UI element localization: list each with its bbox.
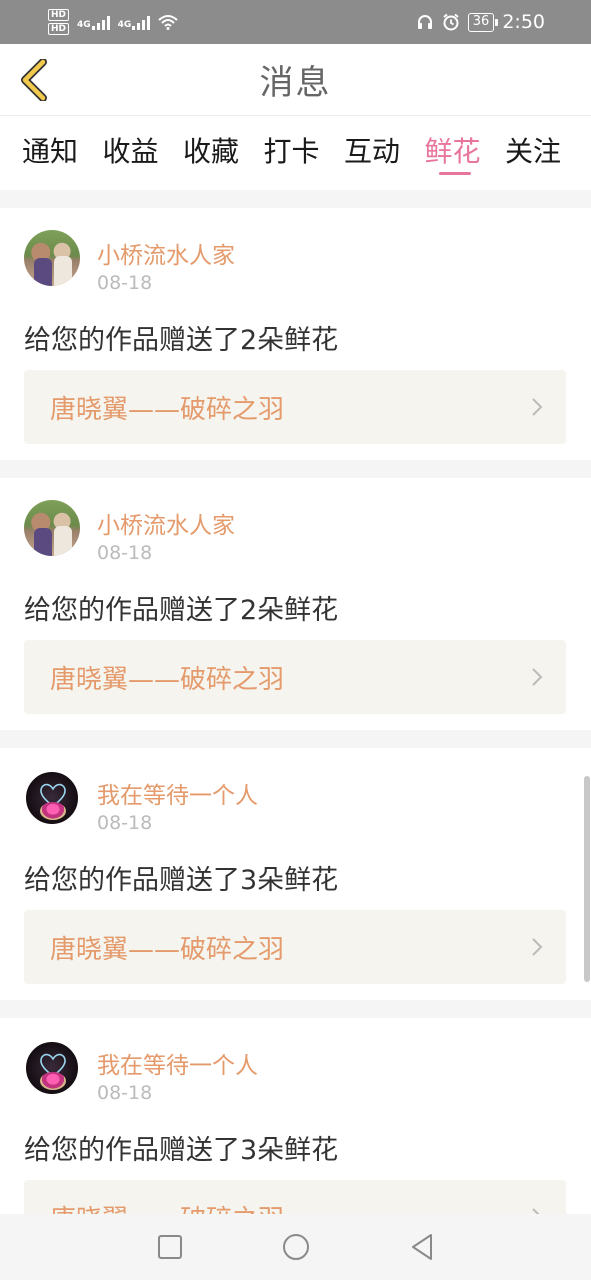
home-button[interactable] <box>278 1229 314 1265</box>
message-text: 给您的作品赠送了3朵鲜花 <box>24 1135 339 1166</box>
status-bar: HD HD 4G 4G 36 2:50 <box>0 0 591 44</box>
tab-interactions[interactable]: 互动 <box>344 116 425 190</box>
work-title: 唐晓翼——破碎之羽 <box>50 394 285 425</box>
page-title: 消息 <box>259 63 332 103</box>
message-date: 08-18 <box>97 812 153 834</box>
system-nav-bar <box>0 1214 591 1280</box>
clock-time: 2:50 <box>502 11 545 33</box>
tab-flowers[interactable]: 鲜花 <box>425 116 506 190</box>
work-title: 唐晓翼——破碎之羽 <box>50 934 285 965</box>
scrollbar[interactable] <box>584 776 590 982</box>
signal-bars-icon <box>91 14 110 30</box>
battery-level: 36 <box>467 12 498 32</box>
list-item: 我在等待一个人 08-18 给您的作品赠送了3朵鲜花 唐晓翼——破碎之羽 <box>0 1018 591 1214</box>
tab-notifications[interactable]: 通知 <box>22 116 103 190</box>
message-text: 给您的作品赠送了2朵鲜花 <box>24 325 339 356</box>
recents-button[interactable] <box>152 1229 188 1265</box>
signal-2: 4G <box>118 14 151 30</box>
work-link[interactable]: 唐晓翼——破碎之羽 <box>24 370 566 444</box>
signal-1: 4G <box>77 14 110 30</box>
network-type-1: 4G <box>77 20 91 30</box>
headphones-icon <box>417 15 432 29</box>
flower-message-list[interactable]: 小桥流水人家 08-18 给您的作品赠送了2朵鲜花 唐晓翼——破碎之羽 小桥流水… <box>0 190 591 1214</box>
message-tabs: 通知 收益 收藏 打卡 互动 鲜花 关注 <box>0 116 591 190</box>
work-title: 唐晓翼——破碎之羽 <box>50 664 285 695</box>
network-type-2: 4G <box>117 20 132 30</box>
hd-indicator: HD HD <box>48 9 70 35</box>
sender-name[interactable]: 我在等待一个人 <box>97 776 258 810</box>
tab-favorites[interactable]: 收藏 <box>183 116 264 190</box>
tab-following[interactable]: 关注 <box>505 116 586 190</box>
tab-checkin[interactable]: 打卡 <box>264 116 345 190</box>
work-link[interactable]: 唐晓翼——破碎之羽 <box>24 640 566 714</box>
message-date: 08-18 <box>97 542 153 564</box>
list-item: 我在等待一个人 08-18 给您的作品赠送了3朵鲜花 唐晓翼——破碎之羽 <box>0 748 591 1000</box>
work-title: 唐晓翼——破碎之羽 <box>50 1199 284 1215</box>
signal-bars-icon <box>132 14 151 30</box>
chevron-right-icon <box>532 1208 540 1214</box>
sender-name[interactable]: 小桥流水人家 <box>97 506 235 540</box>
status-left: HD HD 4G 4G <box>48 9 178 35</box>
chevron-right-icon <box>532 938 543 956</box>
hd-top-label: HD <box>48 9 70 21</box>
hd-bottom-label: HD <box>48 23 70 35</box>
status-right: 36 2:50 <box>416 11 545 33</box>
square-recents-icon <box>157 1235 182 1259</box>
list-item: 小桥流水人家 08-18 给您的作品赠送了2朵鲜花 唐晓翼——破碎之羽 <box>0 478 591 730</box>
sender-name[interactable]: 小桥流水人家 <box>97 236 235 270</box>
message-text: 给您的作品赠送了2朵鲜花 <box>24 595 339 626</box>
nav-back-button[interactable] <box>404 1229 440 1265</box>
wifi-icon <box>158 15 178 30</box>
chevron-right-icon <box>532 398 543 416</box>
circle-home-icon <box>282 1234 309 1260</box>
top-app-bar: 消息 <box>0 44 591 116</box>
work-link[interactable]: 唐晓翼——破碎之羽 <box>24 910 566 984</box>
message-date: 08-18 <box>97 272 153 294</box>
work-link[interactable]: 唐晓翼——破碎之羽 <box>24 1180 566 1214</box>
avatar[interactable] <box>24 1040 80 1096</box>
list-item: 小桥流水人家 08-18 给您的作品赠送了2朵鲜花 唐晓翼——破碎之羽 <box>0 208 591 460</box>
back-button[interactable] <box>14 58 54 102</box>
tab-earnings[interactable]: 收益 <box>103 116 184 190</box>
avatar[interactable] <box>24 770 80 826</box>
chevron-left-icon <box>21 59 47 101</box>
avatar[interactable] <box>24 230 80 286</box>
sender-name[interactable]: 我在等待一个人 <box>97 1046 258 1080</box>
message-text: 给您的作品赠送了3朵鲜花 <box>24 865 339 896</box>
alarm-icon <box>443 13 459 31</box>
chevron-right-icon <box>532 668 543 686</box>
triangle-back-icon <box>411 1234 432 1260</box>
message-date: 08-18 <box>97 1082 153 1104</box>
avatar[interactable] <box>24 500 80 556</box>
